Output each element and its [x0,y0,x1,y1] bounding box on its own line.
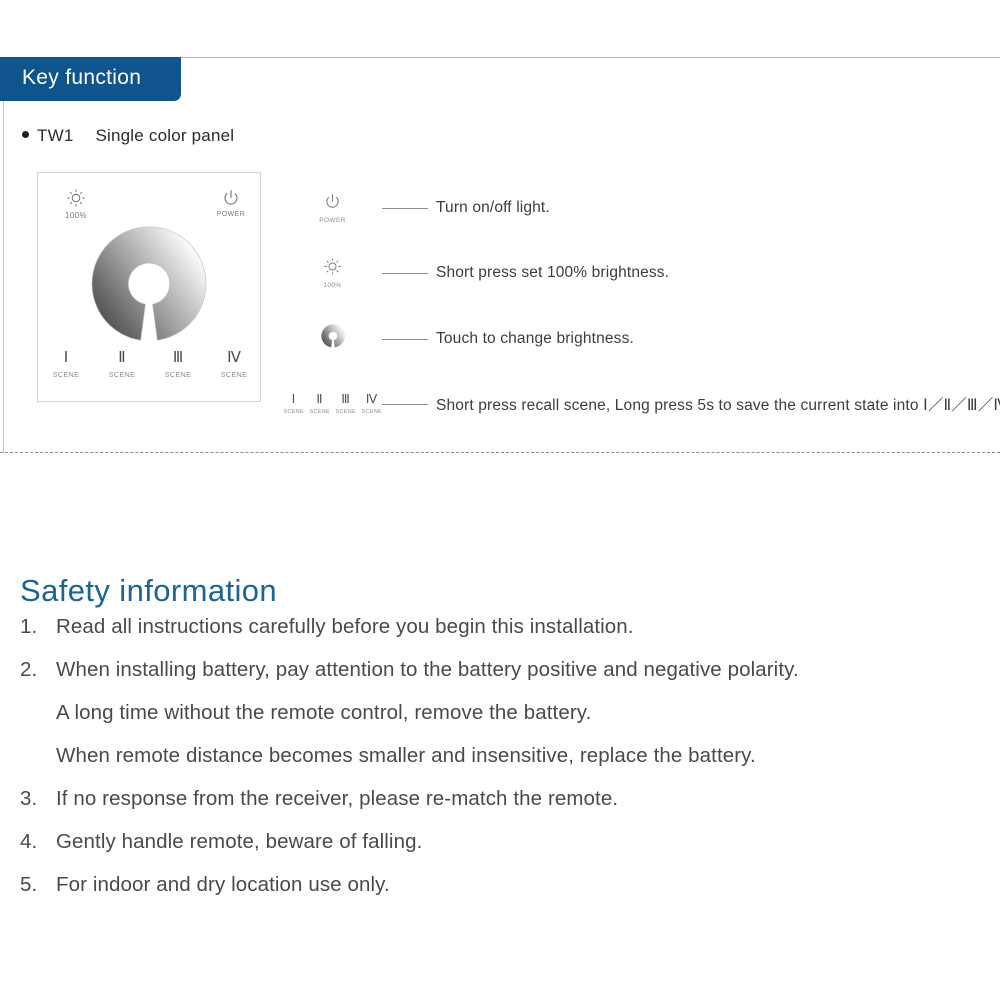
mini-scene-4: Ⅳ SCENE [362,393,382,415]
panel-scene-key-3[interactable]: Ⅲ SCENE [150,350,206,380]
mini-scene-3: Ⅲ SCENE [336,393,356,415]
legend-scene-icon-group: Ⅰ SCENE Ⅱ SCENE Ⅲ SCENE Ⅳ SCENE [284,393,382,415]
power-icon [201,189,261,207]
section-divider [0,452,1000,453]
legend-power-label: POWER [319,216,346,224]
safety-item-number: 2. [20,658,38,681]
safety-item: 4. Gently handle remote, beware of falli… [20,820,980,863]
section-tab-key-function: Key function [0,57,181,101]
legend-power-icon-group: POWER [285,193,380,224]
scene-sublabel: SCENE [52,372,80,379]
safety-item-number: 3. [20,787,38,810]
safety-item-text: When installing battery, pay attention t… [56,658,799,681]
panel-brightness-label: 100% [64,211,88,220]
legend-text-power: Turn on/off light. [436,199,550,216]
legend-brightness-icon-group: 100% [285,257,380,289]
safety-item: 3. If no response from the receiver, ple… [20,777,980,820]
panel-scene-key-1[interactable]: Ⅰ SCENE [38,350,94,380]
mini-scene-1: Ⅰ SCENE [284,393,304,415]
legend-text-dimmer: Touch to change brightness. [436,330,634,347]
safety-item-text: Read all instructions carefully before y… [56,615,634,638]
mini-scene-numeral: Ⅱ [316,392,323,407]
panel-brightness-key[interactable]: 100% [46,189,106,220]
safety-item-text: Gently handle remote, beware of falling. [56,830,423,853]
legend-scene-text-part1: Short press recall scene, Long press 5s … [436,397,924,414]
dimmer-ring[interactable] [90,225,208,343]
safety-item-text: A long time without the remote control, … [56,701,592,724]
scene-sublabel: SCENE [220,372,248,379]
safety-item-number: 1. [20,615,38,638]
scene-numeral: Ⅱ [118,350,126,366]
legend-dash [382,403,428,405]
scene-numeral: Ⅰ [63,350,69,366]
touch-panel-illustration: 100% POWER Ⅰ SCENE Ⅱ SCENE Ⅲ SCENE Ⅳ SCE… [37,172,261,402]
mini-scene-sublabel: SCENE [309,408,330,415]
legend-dash [382,207,428,209]
scene-numeral: Ⅲ [172,350,184,366]
scene-numeral: Ⅳ [227,350,241,366]
safety-item: 5. For indoor and dry location use only. [20,863,980,906]
panel-power-key[interactable]: POWER [201,189,261,218]
legend-row-brightness: 100% Short press set 100% brightness. [285,248,985,298]
safety-information-title: Safety information [20,572,278,608]
left-vertical-rule [3,101,4,453]
mini-scene-2: Ⅱ SCENE [310,393,330,415]
safety-item-continuation: When remote distance becomes smaller and… [20,734,980,777]
model-line: TW1 Single color panel [22,126,234,146]
mini-scene-numeral: Ⅰ [291,392,296,407]
safety-item-number: 5. [20,873,38,896]
scene-sublabel: SCENE [164,372,192,379]
legend-row-scenes: Ⅰ SCENE Ⅱ SCENE Ⅲ SCENE Ⅳ SCENE Short pr… [284,379,1000,429]
legend-dash [382,272,428,274]
safety-item-text: When remote distance becomes smaller and… [56,744,756,767]
safety-information-list: 1. Read all instructions carefully befor… [20,605,980,906]
legend-text-brightness: Short press set 100% brightness. [436,264,670,281]
legend-scene-roman-numerals: Ⅰ／Ⅱ／Ⅲ／Ⅳ [923,397,1000,414]
power-icon [324,193,341,214]
safety-item-text: For indoor and dry location use only. [56,873,390,896]
legend-row-dimmer-ring: Touch to change brightness. [285,314,985,364]
safety-item-number: 4. [20,830,38,853]
safety-item: 2. When installing battery, pay attentio… [20,648,980,691]
panel-power-label: POWER [216,211,246,218]
section-tab-label: Key function [22,66,142,89]
scene-keys-icon: Ⅰ SCENE Ⅱ SCENE Ⅲ SCENE Ⅳ SCENE [284,393,382,415]
brightness-sun-icon [46,189,106,207]
model-description: Single color panel [95,126,235,145]
bullet-icon [22,131,29,138]
mini-scene-numeral: Ⅳ [365,392,378,407]
legend-ring-icon-group [285,323,380,355]
model-name: TW1 [37,126,74,145]
mini-scene-numeral: Ⅲ [341,392,350,407]
safety-item-continuation: A long time without the remote control, … [20,691,980,734]
scene-sublabel: SCENE [108,372,136,379]
safety-item-text: If no response from the receiver, please… [56,787,619,810]
legend-dash [382,338,428,340]
mini-scene-sublabel: SCENE [335,408,356,415]
mini-scene-sublabel: SCENE [361,408,382,415]
legend-brightness-label: 100% [323,281,342,289]
panel-scene-key-4[interactable]: Ⅳ SCENE [206,350,262,380]
panel-scene-key-2[interactable]: Ⅱ SCENE [94,350,150,380]
dimmer-ring-icon [320,323,345,352]
brightness-sun-icon [324,257,341,279]
legend-row-power: POWER Turn on/off light. [285,183,985,233]
mini-scene-sublabel: SCENE [283,408,304,415]
key-function-legend: POWER Turn on/off light. 100% Short pres… [284,180,1000,415]
panel-scene-row: Ⅰ SCENE Ⅱ SCENE Ⅲ SCENE Ⅳ SCENE [38,350,262,380]
safety-item: 1. Read all instructions carefully befor… [20,605,980,648]
legend-text-scenes: Short press recall scene, Long press 5s … [436,393,1000,415]
